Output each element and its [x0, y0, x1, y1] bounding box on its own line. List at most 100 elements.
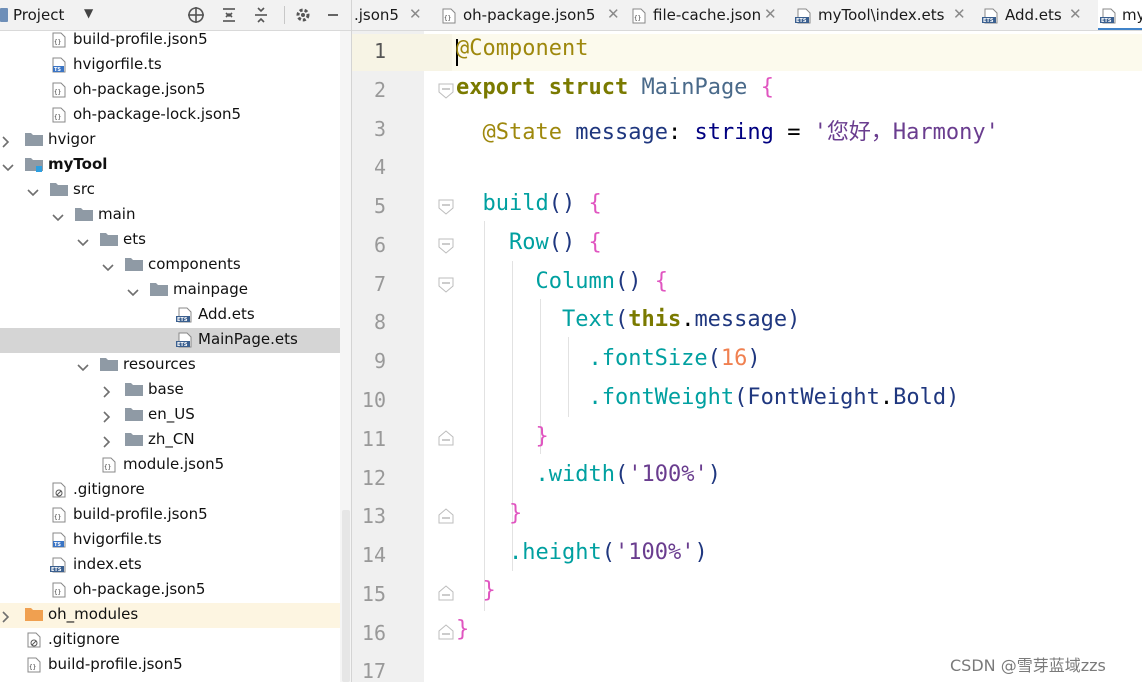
- tree-item-label: index.ets: [73, 555, 142, 573]
- tree-item-build-profile-json5[interactable]: {} build-profile.json5: [0, 653, 351, 678]
- code-token: Column: [535, 269, 615, 294]
- code-token: '100%': [628, 462, 708, 487]
- tree-item-components[interactable]: components: [0, 253, 351, 278]
- code-token: (: [614, 307, 629, 332]
- fold-open-icon[interactable]: [438, 277, 454, 293]
- code-token: .: [588, 346, 602, 371]
- code-token: {: [654, 269, 668, 294]
- tree-item-hvigorfile-ts[interactable]: TS hvigorfile.ts: [0, 53, 351, 78]
- chevron-down-icon[interactable]: [127, 284, 139, 297]
- tree-item-mainpage[interactable]: mainpage: [0, 278, 351, 303]
- tree-item-label: MainPage.ets: [198, 330, 298, 348]
- fold-open-icon[interactable]: [438, 199, 454, 215]
- close-icon[interactable]: ✕: [764, 5, 777, 23]
- tab-mainpage-ets[interactable]: ETS my: [1098, 0, 1142, 30]
- chevron-down-icon[interactable]: [102, 259, 114, 272]
- tree-item-oh-modules[interactable]: oh_modules: [0, 603, 351, 628]
- folder-icon: [125, 432, 143, 448]
- tree-item-src[interactable]: src: [0, 178, 351, 203]
- tab-label: file-cache.json: [653, 6, 762, 24]
- close-icon[interactable]: ✕: [1069, 5, 1082, 23]
- folder-icon: [150, 282, 168, 298]
- tree-item-label: Add.ets: [198, 305, 255, 323]
- chevron-right-icon[interactable]: [2, 609, 12, 623]
- fold-close-icon[interactable]: [438, 585, 454, 601]
- tree-item-oh-package-lock-json5[interactable]: {} oh-package-lock.json5: [0, 103, 351, 128]
- tree-item-base[interactable]: base: [0, 378, 351, 403]
- chevron-right-icon[interactable]: [2, 134, 12, 148]
- tree-item-hvigor[interactable]: hvigor: [0, 128, 351, 153]
- code-token: this: [628, 307, 682, 332]
- tree-item-gitignore[interactable]: .gitignore: [0, 478, 351, 503]
- tree-item-hvigorfile-ts[interactable]: TS hvigorfile.ts: [0, 528, 351, 553]
- fold-close-icon[interactable]: [438, 508, 454, 524]
- tree-item-main[interactable]: main: [0, 203, 351, 228]
- chevron-right-icon[interactable]: [103, 434, 113, 448]
- expand-all-icon[interactable]: [218, 4, 240, 26]
- ets-file-icon: ETS: [50, 557, 68, 573]
- code-token: fontSize: [601, 346, 708, 371]
- chevron-right-icon[interactable]: [103, 409, 113, 423]
- fold-open-icon[interactable]: [438, 238, 454, 254]
- tree-item-label: oh-package.json5: [73, 580, 206, 598]
- chevron-down-icon[interactable]: [77, 359, 89, 372]
- tree-item-gitignore[interactable]: .gitignore: [0, 628, 351, 653]
- tree-item-index-ets[interactable]: ETS index.ets: [0, 553, 351, 578]
- tree-item-zh-cn[interactable]: zh_CN: [0, 428, 351, 453]
- chevron-down-icon[interactable]: [77, 234, 89, 247]
- tree-item-ets[interactable]: ets: [0, 228, 351, 253]
- chevron-down-icon[interactable]: ▼: [84, 6, 93, 20]
- code-line: @Component: [456, 36, 588, 61]
- tab-json5[interactable]: .json5 ✕: [352, 0, 440, 30]
- tree-item-oh-package-json5[interactable]: {} oh-package.json5: [0, 78, 351, 103]
- tree-item-label: main: [98, 205, 136, 223]
- watermark-text: CSDN @雪芽蓝域zzs: [950, 656, 1106, 675]
- tab-file-cache-json[interactable]: {} file-cache.json ✕: [630, 0, 793, 30]
- close-icon[interactable]: ✕: [607, 5, 620, 23]
- code-line: .fontSize(16): [456, 346, 760, 371]
- project-panel-header: Project ▼: [0, 0, 351, 31]
- tree-item-resources[interactable]: resources: [0, 353, 351, 378]
- fold-close-icon[interactable]: [438, 624, 454, 640]
- minimize-icon[interactable]: [322, 4, 344, 26]
- tree-item-mainpage-ets[interactable]: ETS MainPage.ets: [0, 328, 351, 353]
- close-icon[interactable]: ✕: [953, 5, 966, 23]
- ets-file-icon: ETS: [982, 8, 998, 24]
- tab-mytool-index-ets[interactable]: ETS myTool\index.ets ✕: [793, 0, 980, 30]
- code-token: (: [614, 462, 629, 487]
- chevron-down-icon[interactable]: [52, 209, 64, 222]
- project-view-title[interactable]: Project: [13, 6, 64, 24]
- chevron-right-icon[interactable]: [103, 384, 113, 398]
- fold-open-icon[interactable]: [438, 83, 454, 99]
- fold-close-icon[interactable]: [438, 430, 454, 446]
- svg-text:{}: {}: [54, 39, 61, 46]
- code-editor[interactable]: 1 2 3 4 5 6 7 8 9 10 11 12 13 14 15 16 1…: [352, 31, 1142, 682]
- chevron-down-icon[interactable]: [2, 159, 14, 172]
- json-file-icon: {}: [52, 507, 70, 523]
- line-number: 1: [373, 39, 386, 63]
- gear-icon[interactable]: [292, 4, 314, 26]
- line-number: 14: [361, 543, 386, 567]
- tree-item-build-profile-json5[interactable]: {} build-profile.json5: [0, 503, 351, 528]
- tree-item-build-profile-json5[interactable]: {} build-profile.json5: [0, 28, 351, 53]
- tree-scrollbar-thumb[interactable]: [342, 510, 350, 682]
- chevron-down-icon[interactable]: [27, 184, 39, 197]
- tree-item-add-ets[interactable]: ETS Add.ets: [0, 303, 351, 328]
- code-token: message: [575, 120, 668, 145]
- tree-item-mytool[interactable]: myTool: [0, 153, 351, 178]
- tab-add-ets[interactable]: ETS Add.ets ✕: [980, 0, 1098, 30]
- tree-item-label: .gitignore: [73, 480, 145, 498]
- folder-icon: [75, 207, 93, 223]
- close-icon[interactable]: ✕: [409, 5, 422, 23]
- ts-file-icon: TS: [52, 532, 70, 548]
- code-token: 16: [720, 346, 748, 371]
- collapse-all-icon[interactable]: [250, 4, 272, 26]
- tree-item-en-us[interactable]: en_US: [0, 403, 351, 428]
- tree-item-oh-package-json5[interactable]: {} oh-package.json5: [0, 578, 351, 603]
- tab-oh-package-json5[interactable]: {} oh-package.json5 ✕: [440, 0, 630, 30]
- svg-text:{}: {}: [54, 89, 61, 96]
- json-file-icon: {}: [632, 8, 648, 24]
- tree-item-module-json5[interactable]: {} module.json5: [0, 453, 351, 478]
- locate-icon[interactable]: [185, 4, 207, 26]
- folder-icon: [125, 257, 143, 273]
